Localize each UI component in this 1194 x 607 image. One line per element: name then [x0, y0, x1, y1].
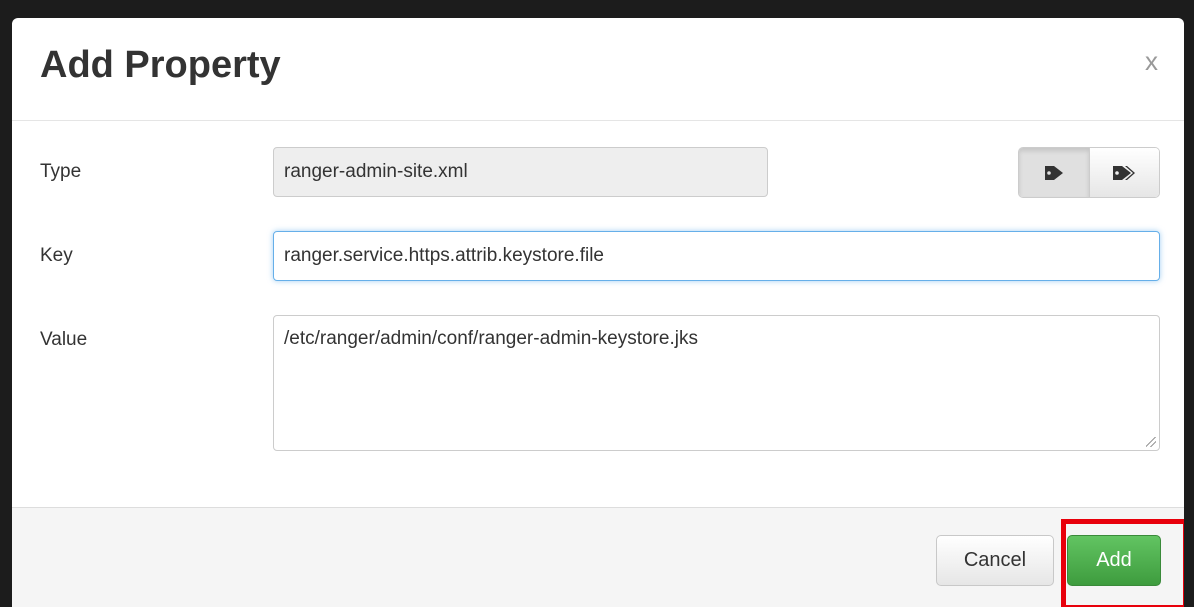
type-label: Type	[40, 161, 82, 182]
value-text: /etc/ranger/admin/conf/ranger-admin-keys…	[284, 328, 698, 349]
key-value: ranger.service.https.attrib.keystore.fil…	[284, 245, 604, 266]
tags-icon	[1113, 165, 1136, 180]
type-field: ranger-admin-site.xml	[273, 147, 768, 197]
add-property-dialog: Add Property x Type ranger-admin-site.xm…	[12, 18, 1184, 607]
value-textarea[interactable]: /etc/ranger/admin/conf/ranger-admin-keys…	[273, 315, 1160, 451]
dialog-header: Add Property x	[12, 18, 1184, 121]
property-type-toggle	[1018, 147, 1160, 198]
add-button[interactable]: Add	[1067, 535, 1161, 586]
resize-handle[interactable]	[1146, 437, 1156, 447]
key-input[interactable]: ranger.service.https.attrib.keystore.fil…	[273, 231, 1160, 281]
single-property-button[interactable]	[1019, 148, 1089, 197]
dialog-title: Add Property	[40, 44, 281, 86]
tag-icon	[1044, 165, 1063, 180]
value-label: Value	[40, 329, 88, 350]
cancel-button[interactable]: Cancel	[936, 535, 1054, 586]
type-value: ranger-admin-site.xml	[284, 161, 468, 182]
key-label: Key	[40, 245, 73, 266]
multiple-properties-button[interactable]	[1088, 148, 1159, 197]
close-icon[interactable]: x	[1145, 46, 1158, 76]
